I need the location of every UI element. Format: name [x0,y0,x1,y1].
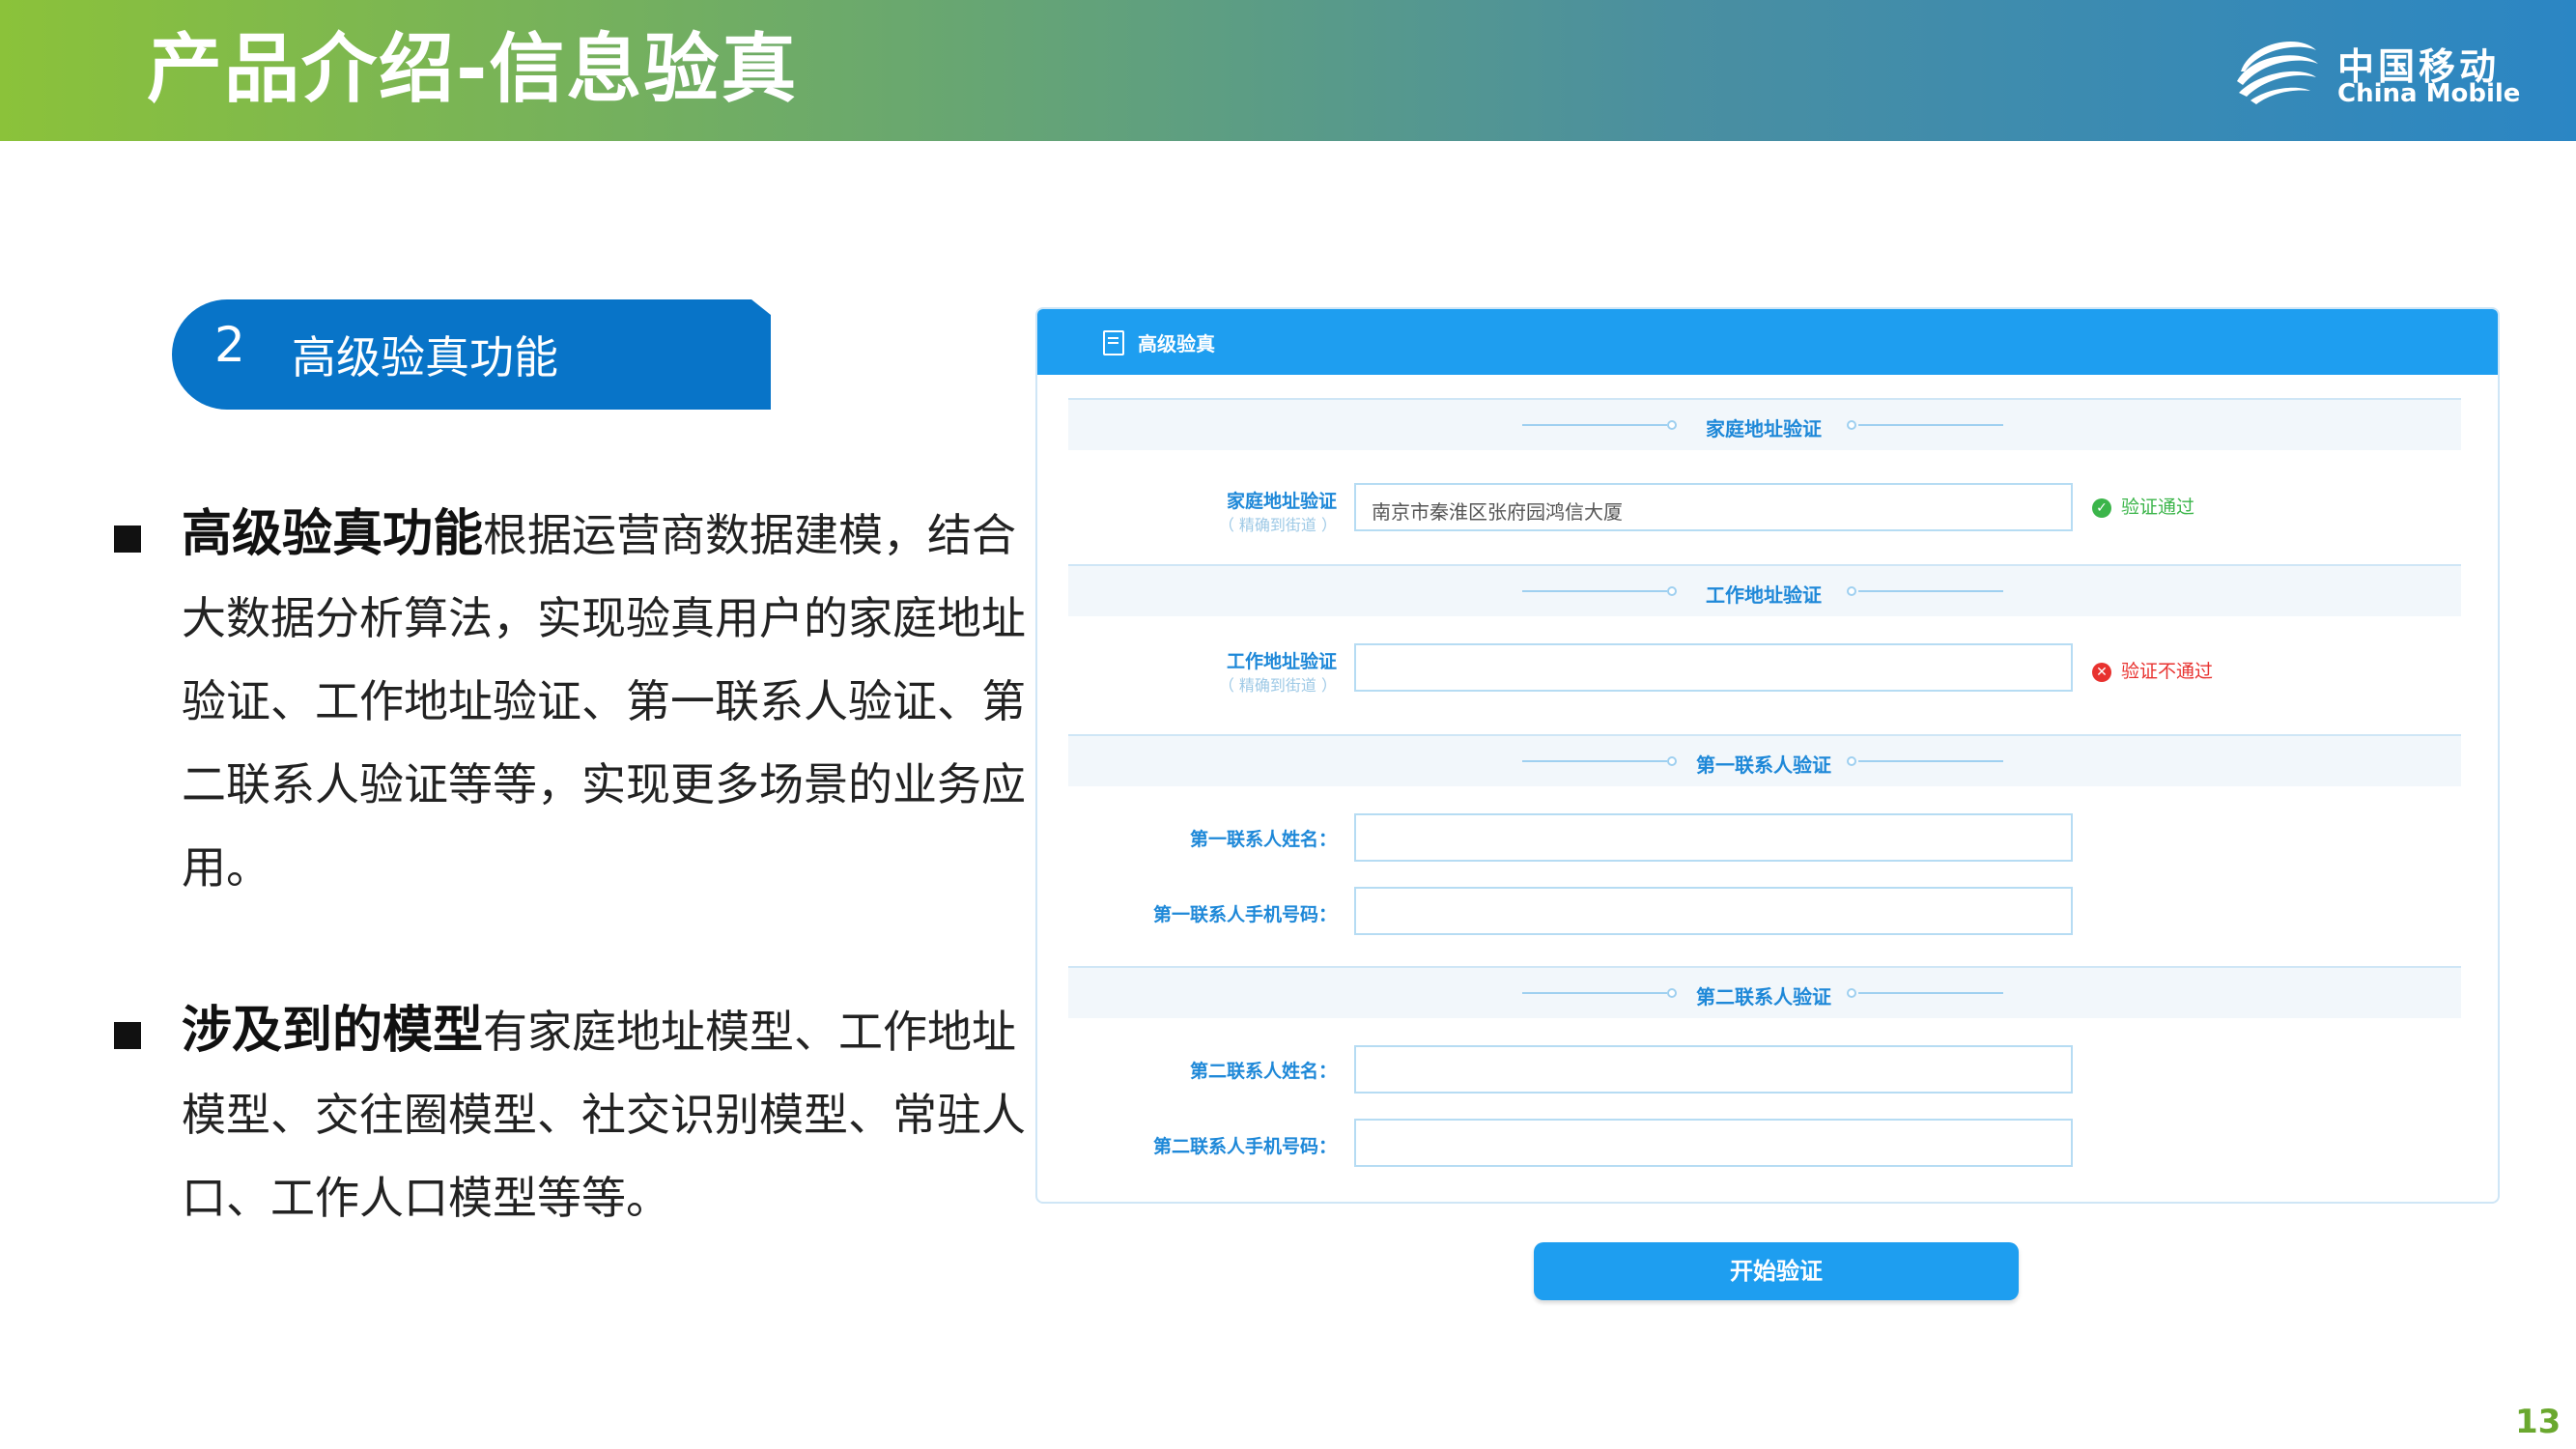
contact2-phone-input[interactable] [1354,1119,2073,1167]
bullet-bold-lead: 涉及到的模型 [182,1002,484,1060]
panel-title: 高级验真 [1138,332,1215,355]
contact1-name-label: 第一联系人姓名： [1189,829,1337,850]
section-title: 家庭地址验证 [1706,417,1822,440]
china-mobile-logo: 中国移动 China Mobile [2231,33,2521,110]
start-verification-button[interactable]: 开始验证 [1534,1242,2019,1300]
page-title: 产品介绍-信息验真 [147,26,799,113]
home-address-label: 家庭地址验证 [1226,491,1337,512]
contact2-phone-label: 第二联系人手机号码： [1152,1136,1337,1157]
contact1-name-input[interactable] [1354,813,2073,862]
panel-header: 高级验真 [1037,309,2498,375]
section-label: 高级验真功能 [292,331,558,384]
work-address-input[interactable] [1354,643,2073,692]
contact2-name-label: 第二联系人姓名： [1189,1061,1337,1082]
check-circle-icon: ✓ [2092,497,2111,518]
page-number: 13 [2515,1403,2562,1441]
document-icon [1103,330,1124,355]
work-address-label: 工作地址验证 [1226,651,1337,672]
section-contact-2: 第二联系人验证 [1068,966,2461,1018]
bullet-body: 根据运营商数据建模，结合大数据分析算法，实现验真用户的家庭地址验证、工作地址验证… [182,509,1026,894]
section-home-address: 家庭地址验证 [1068,398,2461,450]
section-work-address: 工作地址验证 [1068,564,2461,616]
contact1-phone-label: 第一联系人手机号码： [1152,904,1337,925]
contact2-name-input[interactable] [1354,1045,2073,1094]
section-title: 工作地址验证 [1706,583,1822,607]
logo-english: China Mobile [2337,79,2521,108]
section-badge: 2 高级验真功能 [172,299,771,410]
section-contact-1: 第一联系人验证 [1068,734,2461,786]
china-mobile-swirl-icon [2237,42,2318,104]
home-address-hint: （ 精确到街道 ） [1218,516,1337,534]
bullet-square-icon [114,1022,141,1049]
home-address-input[interactable]: 南京市秦淮区张府园鸿信大厦 [1354,483,2073,531]
section-number: 2 [214,317,245,373]
header-band: 产品介绍-信息验真 中国移动 China Mobile [0,0,2576,141]
section-title: 第二联系人验证 [1696,985,1831,1009]
work-address-hint: （ 精确到街道 ） [1218,676,1337,695]
home-status: ✓ 验证通过 [2092,493,2194,519]
bullet-square-icon [114,526,141,553]
section-title: 第一联系人验证 [1696,753,1831,777]
verification-panel: 高级验真 家庭地址验证 家庭地址验证 （ 精确到街道 ） 南京市秦淮区张府园鸿信… [1035,307,2500,1204]
contact1-phone-input[interactable] [1354,887,2073,935]
work-status: ✕ 验证不通过 [2092,657,2213,683]
x-circle-icon: ✕ [2092,662,2111,682]
bullet-bold-lead: 高级验真功能 [182,505,484,563]
